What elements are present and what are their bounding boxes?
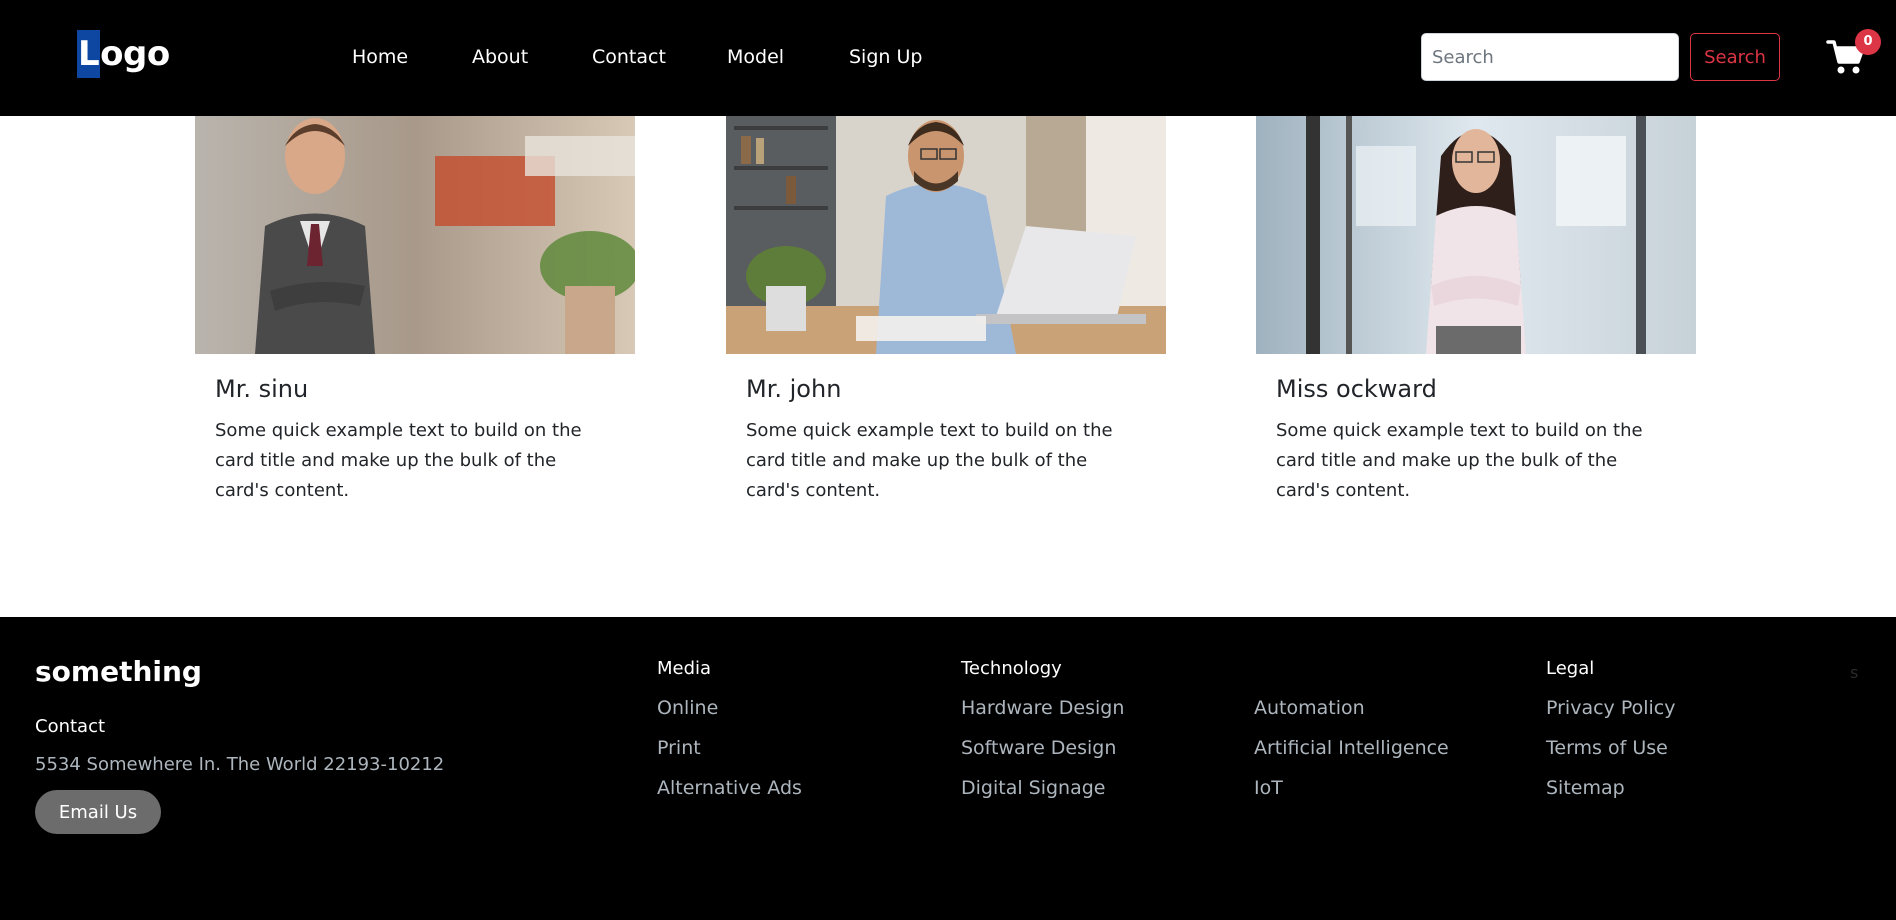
- faint-text: s: [1850, 663, 1859, 682]
- card-body: Mr. sinu Some quick example text to buil…: [195, 354, 635, 506]
- logo-rest: ogo: [100, 34, 170, 74]
- navbar: Logo Home About Contact Model Sign Up Se…: [0, 0, 1896, 116]
- legal-heading: Legal: [1546, 658, 1595, 679]
- nav-home[interactable]: Home: [352, 44, 408, 70]
- nav-model[interactable]: Model: [727, 44, 784, 70]
- link-sitemap[interactable]: Sitemap: [1546, 777, 1625, 799]
- nav-sign-up[interactable]: Sign Up: [849, 44, 922, 70]
- link-artificial-intelligence[interactable]: Artificial Intelligence: [1254, 737, 1449, 759]
- media-heading: Media: [657, 658, 712, 679]
- logo-first-letter: L: [77, 30, 101, 78]
- link-hardware-design[interactable]: Hardware Design: [961, 697, 1124, 719]
- card-image-man-at-laptop: [726, 116, 1166, 354]
- cart-count-badge: 0: [1855, 29, 1881, 55]
- link-alternative-ads[interactable]: Alternative Ads: [657, 777, 802, 799]
- link-software-design[interactable]: Software Design: [961, 737, 1116, 759]
- nav-contact[interactable]: Contact: [592, 44, 666, 70]
- card-text: Some quick example text to build on the …: [746, 420, 1113, 501]
- link-print[interactable]: Print: [657, 737, 701, 759]
- search-input[interactable]: [1421, 33, 1679, 81]
- card-title: Mr. john: [746, 375, 842, 403]
- link-automation[interactable]: Automation: [1254, 697, 1365, 719]
- card-miss-ockward: Miss ockward Some quick example text to …: [1256, 116, 1696, 506]
- card-image-woman-arms-crossed: [1256, 116, 1696, 354]
- email-us-button[interactable]: Email Us: [35, 790, 161, 834]
- link-privacy-policy[interactable]: Privacy Policy: [1546, 697, 1675, 719]
- link-terms-of-use[interactable]: Terms of Use: [1546, 737, 1668, 759]
- card-body: Mr. john Some quick example text to buil…: [726, 354, 1166, 506]
- card-title: Miss ockward: [1276, 375, 1437, 403]
- search-button[interactable]: Search: [1690, 33, 1780, 81]
- contact-address: 5534 Somewhere In. The World 22193-10212: [35, 754, 445, 775]
- nav-about[interactable]: About: [472, 44, 528, 70]
- card-body: Miss ockward Some quick example text to …: [1256, 354, 1696, 506]
- footer-brand: something: [35, 655, 202, 688]
- contact-heading: Contact: [35, 716, 106, 737]
- card-mr-sinu: Mr. sinu Some quick example text to buil…: [195, 116, 635, 506]
- card-title: Mr. sinu: [215, 375, 309, 403]
- card-mr-john: Mr. john Some quick example text to buil…: [726, 116, 1166, 506]
- logo[interactable]: Logo: [77, 30, 170, 78]
- card-text: Some quick example text to build on the …: [1276, 420, 1643, 501]
- card-image-man-in-suit: [195, 116, 635, 354]
- link-online[interactable]: Online: [657, 697, 718, 719]
- card-text: Some quick example text to build on the …: [215, 420, 582, 501]
- link-digital-signage[interactable]: Digital Signage: [961, 777, 1106, 799]
- footer: something Contact 5534 Somewhere In. The…: [0, 617, 1896, 920]
- link-iot[interactable]: IoT: [1254, 777, 1283, 799]
- technology-heading: Technology: [961, 658, 1062, 679]
